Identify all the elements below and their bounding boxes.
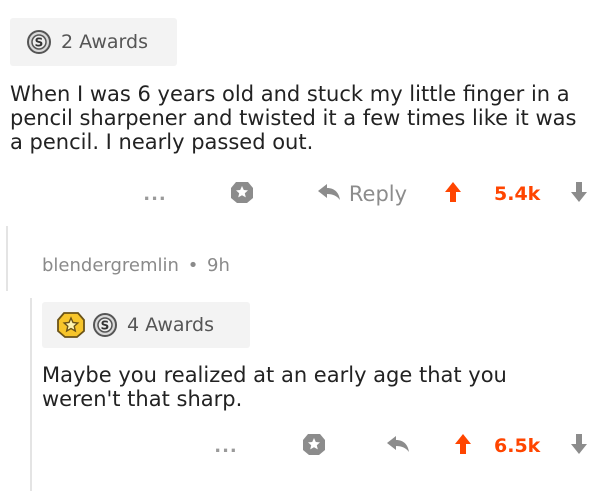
give-award-button[interactable] [294, 430, 334, 462]
more-icon: ... [143, 183, 167, 205]
meta-separator: • [187, 255, 199, 276]
awards-badge[interactable]: S 4 Awards [42, 302, 250, 348]
reply-label: Reply [348, 182, 408, 206]
svg-text:S: S [35, 36, 44, 50]
downvote-button[interactable] [566, 430, 592, 462]
thread-line[interactable] [6, 226, 8, 291]
more-options-button[interactable]: ... [135, 178, 175, 210]
more-options-button[interactable]: ... [206, 430, 246, 462]
score: 5.4k [494, 183, 541, 205]
svg-text:S: S [101, 319, 110, 333]
awards-badge[interactable]: S 2 Awards [10, 18, 177, 66]
comment-body: When I was 6 years old and stuck my litt… [10, 82, 577, 154]
comment-age: 9h [207, 255, 230, 276]
downvote-icon [570, 433, 588, 459]
score: 6.5k [494, 435, 541, 457]
comment-actions: ... Reply 5.4k [0, 178, 600, 210]
award-icon [301, 431, 327, 461]
upvote-button[interactable] [450, 430, 476, 462]
comment-body: Maybe you realized at an early age that … [42, 363, 507, 411]
comment-meta: blendergremlin • 9h [42, 255, 230, 276]
author-name[interactable]: blendergremlin [42, 255, 179, 276]
reply-button[interactable]: Reply [312, 178, 412, 210]
downvote-icon [570, 181, 588, 207]
awards-count: 2 Awards [61, 31, 148, 53]
reply-button[interactable] [378, 430, 418, 462]
awards-count: 4 Awards [127, 314, 214, 336]
reply-icon [386, 434, 410, 458]
upvote-button[interactable] [440, 178, 466, 210]
reply-icon [317, 182, 341, 206]
award-icon [229, 179, 255, 209]
upvote-icon [454, 433, 472, 459]
downvote-button[interactable] [566, 178, 592, 210]
thread-line[interactable] [30, 298, 32, 491]
give-award-button[interactable] [222, 178, 262, 210]
silver-award-icon: S [92, 312, 118, 338]
upvote-icon [444, 181, 462, 207]
comment-actions: ... 6.5k [0, 430, 600, 462]
gold-award-icon [56, 311, 86, 339]
more-icon: ... [214, 435, 238, 457]
silver-award-icon: S [26, 29, 52, 55]
